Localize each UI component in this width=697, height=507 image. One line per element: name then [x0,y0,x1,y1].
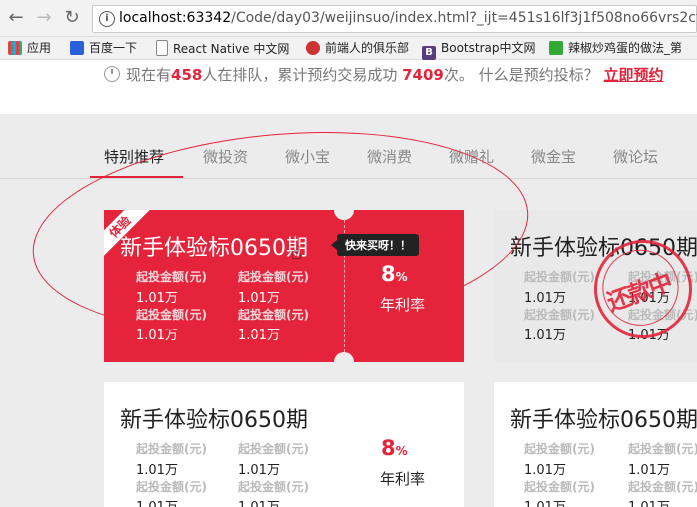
card-title: 新手体验标0650期 [120,408,308,433]
active-tab-indicator [90,176,183,178]
tab-special[interactable]: 特别推荐 [104,146,164,167]
interest-rate: 8% [381,262,408,286]
product-card[interactable]: 新手体验标0650期 起投金额(元) 1.01万 起投金额(元) 1.01万 起… [104,382,464,507]
product-card-repaying[interactable]: 新手体验标0650期 起投金额(元) 1.01万 起投金额(元) 1.01万 起… [494,210,697,362]
reload-icon[interactable]: ↻ [62,8,82,28]
club-icon [306,41,320,55]
url-host: localhost:63342 [119,10,232,26]
apps-grid-icon [8,41,22,55]
product-tabs: 特别推荐 微投资 微小宝 微消费 微赠礼 微金宝 微论坛 [0,134,697,179]
url-path: /Code/day03/weijinsuo/index.html?_ijt=45… [231,10,697,26]
baidu-paw-icon [70,41,84,55]
page-viewport: 现在有458人在排队，累计预约交易成功 7409次。 什么是预约投标？ 立即预约… [0,60,697,507]
product-section: 特别推荐 微投资 微小宝 微消费 微赠礼 微金宝 微论坛 体验 新手体验标065… [0,114,697,507]
hand-cursor-icon: ☝ [291,243,302,264]
tab-micro-forum[interactable]: 微论坛 [613,146,658,167]
card-title: 新手体验标0650期 [510,408,697,433]
bookmark-bootstrap[interactable]: B Bootstrap中文网 [422,40,535,60]
card-notch-bottom [334,352,354,362]
tab-micro-gift[interactable]: 微赠礼 [449,146,494,167]
rate-label: 年利率 [380,296,426,314]
interest-rate: 8% [381,436,408,460]
address-bar[interactable]: i localhost:63342/Code/day03/weijinsuo/i… [92,5,697,33]
bookmark-club[interactable]: 前端人的俱乐部 [306,40,409,56]
clock-icon [104,66,120,82]
buy-tooltip: 快来买呀！！ [331,234,419,256]
tab-micro-consume[interactable]: 微消费 [367,146,412,167]
browser-toolbar: ← → ↻ i localhost:63342/Code/day03/weiji… [0,0,697,37]
queue-text: 现在有458人在排队，累计预约交易成功 7409次。 什么是预约投标？ 立即预约 [104,64,663,85]
bootstrap-b-icon: B [422,46,436,60]
card-title: 新手体验标0650期 [120,236,308,261]
product-card-featured[interactable]: 体验 新手体验标0650期 起投金额(元) 1.01万 起投金额(元) 1.01… [104,210,464,362]
bookmark-baidu[interactable]: 百度一下 [70,40,137,56]
bookmark-react-native[interactable]: React Native 中文网 [156,40,289,56]
bookmarks-bar: 应用 百度一下 React Native 中文网 前端人的俱乐部 B Bootst… [0,37,697,60]
bookmark-apps[interactable]: 应用 [8,40,51,56]
bookmark-recipe[interactable]: 辣椒炒鸡蛋的做法_第 [549,40,682,56]
tab-micro-treasure[interactable]: 微小宝 [285,146,330,167]
queue-info-bar: 现在有458人在排队，累计预约交易成功 7409次。 什么是预约投标？ 立即预约 [0,60,697,114]
rate-label: 年利率 [380,470,426,488]
tab-micro-gold[interactable]: 微金宝 [531,146,576,167]
success-count: 7409 [402,66,444,84]
queue-count: 458 [171,66,203,84]
info-icon[interactable]: i [99,11,115,27]
back-arrow-icon[interactable]: ← [6,8,26,28]
tab-micro-invest[interactable]: 微投资 [203,146,248,167]
card-notch-top [334,210,354,220]
reserve-now-link[interactable]: 立即预约 [603,66,663,84]
forward-arrow-icon[interactable]: → [34,8,54,28]
product-card[interactable]: 新手体验标0650期 起投金额(元) 1.01万 起投金额(元) 1.01万 起… [494,382,697,507]
page-icon [156,40,168,56]
recipe-icon [549,41,563,55]
